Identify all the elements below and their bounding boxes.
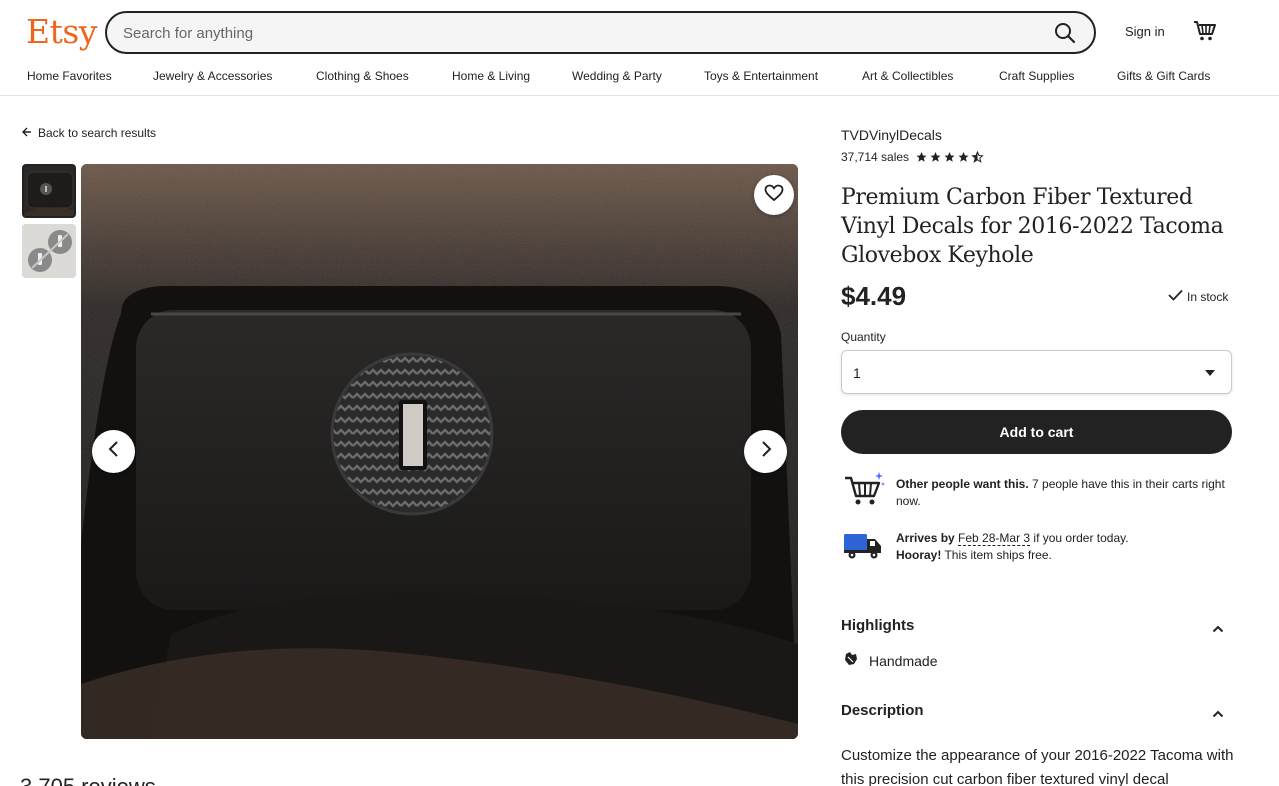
quantity-select[interactable]: 1 xyxy=(841,350,1232,394)
shop-name-link[interactable]: TVDVinylDecals xyxy=(841,127,942,143)
category-gifts[interactable]: Gifts & Gift Cards xyxy=(1117,69,1210,83)
star-rating[interactable] xyxy=(915,151,984,163)
category-jewelry[interactable]: Jewelry & Accessories xyxy=(153,69,272,83)
highlights-toggle[interactable]: Highlights xyxy=(841,617,1232,634)
category-home-favorites[interactable]: Home Favorites xyxy=(27,69,112,83)
stock-label: In stock xyxy=(1187,289,1229,304)
previous-image-button[interactable] xyxy=(92,430,135,473)
handmade-label: Handmade xyxy=(869,652,938,669)
demand-notice: Other people want this. 7 people have th… xyxy=(843,472,1233,512)
heart-icon xyxy=(764,184,784,207)
caret-down-icon xyxy=(1205,370,1215,376)
description-toggle[interactable]: Description xyxy=(841,702,1232,719)
sales-count: 37,714 sales xyxy=(841,150,910,164)
search-icon[interactable] xyxy=(1054,22,1076,44)
chevron-up-icon xyxy=(1212,620,1224,637)
quantity-value: 1 xyxy=(853,365,861,381)
star-icon xyxy=(958,152,969,162)
site-header: Etsy Sign in Home Favorites Jewelry & Ac… xyxy=(0,0,1279,96)
category-home-living[interactable]: Home & Living xyxy=(452,69,530,83)
category-art[interactable]: Art & Collectibles xyxy=(862,69,953,83)
demand-text: Other people want this. 7 people have th… xyxy=(896,476,1226,510)
arrives-detail: if you order today. xyxy=(1030,531,1129,545)
favorite-button[interactable] xyxy=(754,175,794,215)
cart-sparkle-icon xyxy=(843,472,885,515)
sales-rating: 37,714 sales xyxy=(841,150,984,164)
handmade-icon xyxy=(843,651,859,670)
stock-status: In stock xyxy=(1168,289,1228,304)
ships-bold: Hooray! xyxy=(896,548,942,562)
chevron-left-icon xyxy=(108,440,120,463)
arrives-bold: Arrives by xyxy=(896,531,955,545)
search-bar xyxy=(105,11,1096,54)
highlight-handmade: Handmade xyxy=(843,651,938,670)
search-input[interactable] xyxy=(123,22,1023,44)
product-image[interactable] xyxy=(81,164,798,739)
shipping-text: Arrives by Feb 28-Mar 3 if you order tod… xyxy=(896,530,1226,564)
chevron-right-icon xyxy=(760,440,772,463)
reviews-count: 3,705 reviews xyxy=(20,774,156,786)
category-clothing[interactable]: Clothing & Shoes xyxy=(316,69,409,83)
product-title: Premium Carbon Fiber Textured Vinyl Deca… xyxy=(841,185,1224,268)
category-wedding[interactable]: Wedding & Party xyxy=(572,69,662,83)
next-image-button[interactable] xyxy=(744,430,787,473)
thumbnail-1[interactable] xyxy=(22,164,76,218)
star-icon xyxy=(944,152,955,162)
ships-detail: This item ships free. xyxy=(941,548,1052,562)
checkmark-icon xyxy=(1168,289,1183,304)
description-text: Customize the appearance of your 2016-20… xyxy=(841,747,1234,786)
half-star-icon xyxy=(971,151,984,163)
category-toys[interactable]: Toys & Entertainment xyxy=(704,69,818,83)
product-price: $4.49 xyxy=(841,281,907,311)
star-icon xyxy=(916,152,927,162)
category-craft[interactable]: Craft Supplies xyxy=(999,69,1074,83)
shipping-notice: Arrives by Feb 28-Mar 3 if you order tod… xyxy=(843,526,1233,566)
etsy-logo[interactable]: Etsy xyxy=(26,12,97,51)
delivery-truck-icon xyxy=(843,526,883,567)
category-nav: Home Favorites Jewelry & Accessories Clo… xyxy=(27,69,1257,85)
cart-icon[interactable] xyxy=(1193,20,1217,42)
arrival-date[interactable]: Feb 28-Mar 3 xyxy=(958,531,1031,546)
description-heading: Description xyxy=(841,702,924,719)
quantity-label: Quantity xyxy=(841,330,886,344)
add-to-cart-button[interactable]: Add to cart xyxy=(841,410,1232,454)
back-to-results-link[interactable]: Back to search results xyxy=(22,126,156,140)
thumbnail-2[interactable] xyxy=(22,224,76,278)
demand-bold: Other people want this. xyxy=(896,477,1029,491)
back-link-label: Back to search results xyxy=(38,126,157,140)
highlights-heading: Highlights xyxy=(841,617,915,634)
arrow-left-icon xyxy=(22,126,32,140)
chevron-up-icon xyxy=(1212,705,1224,722)
star-icon xyxy=(930,152,941,162)
sign-in-link[interactable]: Sign in xyxy=(1125,24,1165,39)
